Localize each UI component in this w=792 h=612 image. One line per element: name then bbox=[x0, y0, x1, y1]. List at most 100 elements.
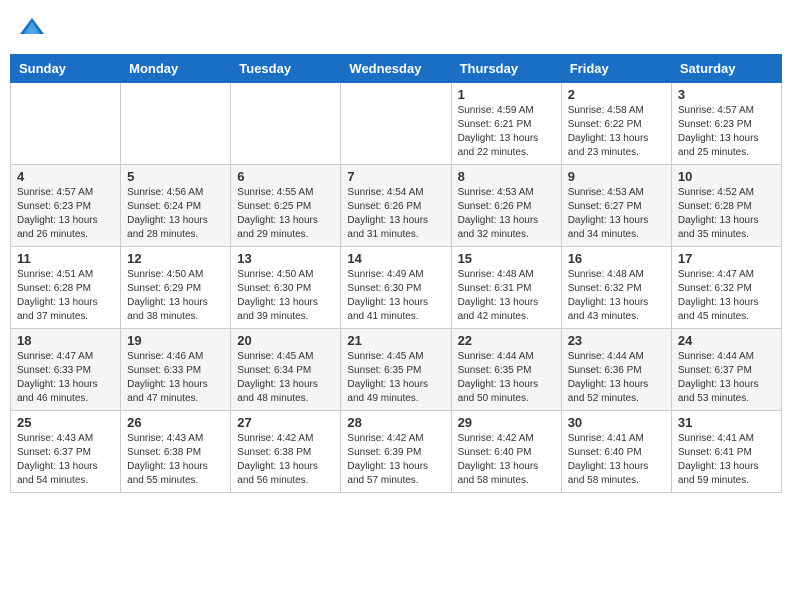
calendar-cell: 5 Sunrise: 4:56 AM Sunset: 6:24 PM Daylig… bbox=[121, 165, 231, 247]
calendar-cell: 23Sunrise: 4:44 AM Sunset: 6:36 PM Dayli… bbox=[561, 329, 671, 411]
day-info: Sunrise: 4:54 AM Sunset: 6:26 PM Dayligh… bbox=[347, 186, 444, 242]
day-number: 23 bbox=[568, 333, 665, 348]
weekday-header-row: SundayMondayTuesdayWednesdayThursdayFrid… bbox=[11, 55, 782, 83]
day-info: Sunrise: 4:53 AM Sunset: 6:27 PM Dayligh… bbox=[568, 186, 665, 242]
calendar-cell: 15 Sunrise: 4:48 AM Sunset: 6:31 PM Dayli… bbox=[451, 247, 561, 329]
day-number: 20 bbox=[237, 333, 334, 348]
day-number: 4 bbox=[17, 169, 114, 184]
day-info: Sunrise: 4:44 AM Sunset: 6:35 PM Dayligh… bbox=[458, 350, 555, 406]
calendar-cell: 24 Sunrise: 4:44 AM Sunset: 6:37 PM Dayli… bbox=[671, 329, 781, 411]
page-header bbox=[10, 10, 782, 46]
calendar-cell: 28 Sunrise: 4:42 AM Sunset: 6:39 PM Dayli… bbox=[341, 411, 451, 493]
day-info: Sunrise: 4:57 AM Sunset: 6:23 PM Dayligh… bbox=[678, 104, 775, 160]
day-number: 27 bbox=[237, 415, 334, 430]
day-number: 21 bbox=[347, 333, 444, 348]
day-info: Sunrise: 4:41 AM Sunset: 6:41 PM Dayligh… bbox=[678, 432, 775, 488]
day-number: 8 bbox=[458, 169, 555, 184]
day-info: Sunrise: 4:41 AM Sunset: 6:40 PM Dayligh… bbox=[568, 432, 665, 488]
day-info: Sunrise: 4:55 AM Sunset: 6:25 PM Dayligh… bbox=[237, 186, 334, 242]
calendar-cell: 20 Sunrise: 4:45 AM Sunset: 6:34 PM Dayli… bbox=[231, 329, 341, 411]
calendar-cell: 3 Sunrise: 4:57 AM Sunset: 6:23 PM Daylig… bbox=[671, 83, 781, 165]
weekday-header-wednesday: Wednesday bbox=[341, 55, 451, 83]
day-info: Sunrise: 4:42 AM Sunset: 6:38 PM Dayligh… bbox=[237, 432, 334, 488]
day-number: 31 bbox=[678, 415, 775, 430]
calendar-cell: 9 Sunrise: 4:53 AM Sunset: 6:27 PM Daylig… bbox=[561, 165, 671, 247]
day-info: Sunrise: 4:50 AM Sunset: 6:29 PM Dayligh… bbox=[127, 268, 224, 324]
calendar-cell: 14 Sunrise: 4:49 AM Sunset: 6:30 PM Dayli… bbox=[341, 247, 451, 329]
day-info: Sunrise: 4:44 AM Sunset: 6:37 PM Dayligh… bbox=[678, 350, 775, 406]
day-info: Sunrise: 4:53 AM Sunset: 6:26 PM Dayligh… bbox=[458, 186, 555, 242]
calendar-cell: 16 Sunrise: 4:48 AM Sunset: 6:32 PM Dayli… bbox=[561, 247, 671, 329]
calendar-cell: 8 Sunrise: 4:53 AM Sunset: 6:26 PM Daylig… bbox=[451, 165, 561, 247]
calendar-cell: 7 Sunrise: 4:54 AM Sunset: 6:26 PM Daylig… bbox=[341, 165, 451, 247]
day-number: 3 bbox=[678, 87, 775, 102]
day-number: 26 bbox=[127, 415, 224, 430]
weekday-header-monday: Monday bbox=[121, 55, 231, 83]
calendar-cell: 22 Sunrise: 4:44 AM Sunset: 6:35 PM Dayli… bbox=[451, 329, 561, 411]
calendar-cell: 10Sunrise: 4:52 AM Sunset: 6:28 PM Dayli… bbox=[671, 165, 781, 247]
day-number: 17 bbox=[678, 251, 775, 266]
weekday-header-saturday: Saturday bbox=[671, 55, 781, 83]
day-number: 15 bbox=[458, 251, 555, 266]
day-number: 24 bbox=[678, 333, 775, 348]
calendar-week-row: 4 Sunrise: 4:57 AM Sunset: 6:23 PM Daylig… bbox=[11, 165, 782, 247]
day-info: Sunrise: 4:45 AM Sunset: 6:34 PM Dayligh… bbox=[237, 350, 334, 406]
day-number: 30 bbox=[568, 415, 665, 430]
calendar-cell: 31 Sunrise: 4:41 AM Sunset: 6:41 PM Dayli… bbox=[671, 411, 781, 493]
calendar-week-row: 11 Sunrise: 4:51 AM Sunset: 6:28 PM Dayli… bbox=[11, 247, 782, 329]
day-info: Sunrise: 4:51 AM Sunset: 6:28 PM Dayligh… bbox=[17, 268, 114, 324]
calendar-cell: 1Sunrise: 4:59 AM Sunset: 6:21 PM Daylig… bbox=[451, 83, 561, 165]
day-info: Sunrise: 4:47 AM Sunset: 6:33 PM Dayligh… bbox=[17, 350, 114, 406]
logo bbox=[18, 14, 50, 42]
calendar-cell: 26Sunrise: 4:43 AM Sunset: 6:38 PM Dayli… bbox=[121, 411, 231, 493]
calendar-cell: 19Sunrise: 4:46 AM Sunset: 6:33 PM Dayli… bbox=[121, 329, 231, 411]
calendar-cell bbox=[11, 83, 121, 165]
day-number: 16 bbox=[568, 251, 665, 266]
day-info: Sunrise: 4:42 AM Sunset: 6:40 PM Dayligh… bbox=[458, 432, 555, 488]
day-info: Sunrise: 4:57 AM Sunset: 6:23 PM Dayligh… bbox=[17, 186, 114, 242]
calendar-week-row: 1Sunrise: 4:59 AM Sunset: 6:21 PM Daylig… bbox=[11, 83, 782, 165]
day-number: 2 bbox=[568, 87, 665, 102]
day-number: 9 bbox=[568, 169, 665, 184]
calendar-body: 1Sunrise: 4:59 AM Sunset: 6:21 PM Daylig… bbox=[11, 83, 782, 493]
day-info: Sunrise: 4:48 AM Sunset: 6:32 PM Dayligh… bbox=[568, 268, 665, 324]
calendar-cell: 6 Sunrise: 4:55 AM Sunset: 6:25 PM Daylig… bbox=[231, 165, 341, 247]
day-info: Sunrise: 4:49 AM Sunset: 6:30 PM Dayligh… bbox=[347, 268, 444, 324]
logo-icon bbox=[18, 14, 46, 42]
day-number: 6 bbox=[237, 169, 334, 184]
day-number: 7 bbox=[347, 169, 444, 184]
calendar-cell: 21 Sunrise: 4:45 AM Sunset: 6:35 PM Dayli… bbox=[341, 329, 451, 411]
calendar-header: SundayMondayTuesdayWednesdayThursdayFrid… bbox=[11, 55, 782, 83]
calendar-table: SundayMondayTuesdayWednesdayThursdayFrid… bbox=[10, 54, 782, 493]
calendar-cell bbox=[341, 83, 451, 165]
weekday-header-thursday: Thursday bbox=[451, 55, 561, 83]
day-number: 12 bbox=[127, 251, 224, 266]
day-info: Sunrise: 4:42 AM Sunset: 6:39 PM Dayligh… bbox=[347, 432, 444, 488]
day-number: 11 bbox=[17, 251, 114, 266]
day-number: 28 bbox=[347, 415, 444, 430]
calendar-cell: 11 Sunrise: 4:51 AM Sunset: 6:28 PM Dayli… bbox=[11, 247, 121, 329]
day-info: Sunrise: 4:46 AM Sunset: 6:33 PM Dayligh… bbox=[127, 350, 224, 406]
day-number: 5 bbox=[127, 169, 224, 184]
calendar-week-row: 18Sunrise: 4:47 AM Sunset: 6:33 PM Dayli… bbox=[11, 329, 782, 411]
day-info: Sunrise: 4:43 AM Sunset: 6:37 PM Dayligh… bbox=[17, 432, 114, 488]
day-number: 25 bbox=[17, 415, 114, 430]
calendar-cell bbox=[231, 83, 341, 165]
day-info: Sunrise: 4:47 AM Sunset: 6:32 PM Dayligh… bbox=[678, 268, 775, 324]
calendar-cell: 27 Sunrise: 4:42 AM Sunset: 6:38 PM Dayli… bbox=[231, 411, 341, 493]
calendar-week-row: 25 Sunrise: 4:43 AM Sunset: 6:37 PM Dayli… bbox=[11, 411, 782, 493]
day-info: Sunrise: 4:58 AM Sunset: 6:22 PM Dayligh… bbox=[568, 104, 665, 160]
day-number: 14 bbox=[347, 251, 444, 266]
weekday-header-sunday: Sunday bbox=[11, 55, 121, 83]
day-number: 22 bbox=[458, 333, 555, 348]
day-number: 1 bbox=[458, 87, 555, 102]
day-number: 29 bbox=[458, 415, 555, 430]
calendar-cell: 30 Sunrise: 4:41 AM Sunset: 6:40 PM Dayli… bbox=[561, 411, 671, 493]
day-number: 13 bbox=[237, 251, 334, 266]
day-info: Sunrise: 4:48 AM Sunset: 6:31 PM Dayligh… bbox=[458, 268, 555, 324]
calendar-cell: 12 Sunrise: 4:50 AM Sunset: 6:29 PM Dayli… bbox=[121, 247, 231, 329]
calendar-cell: 2 Sunrise: 4:58 AM Sunset: 6:22 PM Daylig… bbox=[561, 83, 671, 165]
day-info: Sunrise: 4:52 AM Sunset: 6:28 PM Dayligh… bbox=[678, 186, 775, 242]
day-info: Sunrise: 4:45 AM Sunset: 6:35 PM Dayligh… bbox=[347, 350, 444, 406]
day-info: Sunrise: 4:56 AM Sunset: 6:24 PM Dayligh… bbox=[127, 186, 224, 242]
